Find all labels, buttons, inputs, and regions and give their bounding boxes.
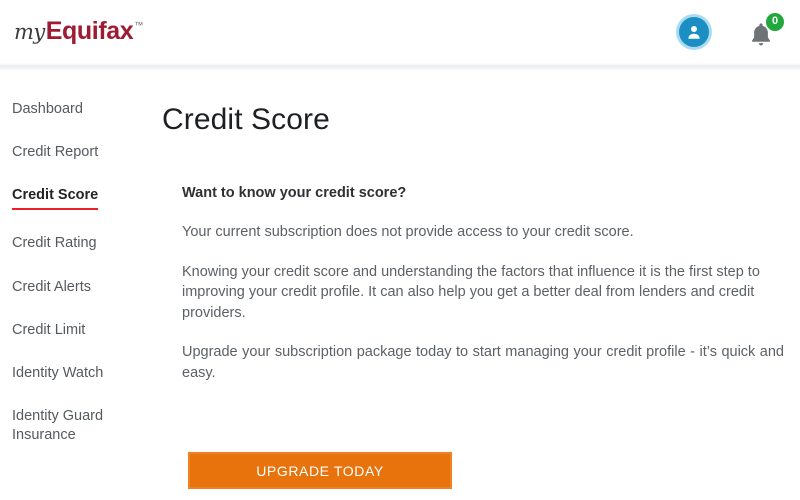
sidebar-item-credit-limit[interactable]: Credit Limit bbox=[0, 321, 150, 340]
credit-score-explainer-text: Knowing your credit score and understand… bbox=[182, 262, 784, 324]
main-content: Credit Score Want to know your credit sc… bbox=[150, 70, 800, 500]
logo-trademark-symbol: ™ bbox=[134, 20, 143, 30]
logo-prefix-text: my bbox=[14, 20, 45, 44]
sidebar-item-identity-guard-insurance[interactable]: Identity Guard Insurance bbox=[0, 407, 118, 445]
section-heading: Want to know your credit score? bbox=[182, 185, 787, 201]
sidebar-item-label: Credit Alerts bbox=[12, 279, 91, 295]
sidebar-item-label: Credit Rating bbox=[12, 235, 97, 251]
user-icon bbox=[685, 23, 703, 41]
sidebar-item-label: Dashboard bbox=[12, 101, 83, 117]
sidebar-item-credit-alerts[interactable]: Credit Alerts bbox=[0, 278, 150, 297]
app-header: my Equifax ™ 0 bbox=[0, 0, 800, 63]
notification-count-badge: 0 bbox=[766, 13, 784, 31]
sidebar-item-label: Credit Limit bbox=[12, 322, 85, 338]
page-title: Credit Score bbox=[162, 103, 800, 137]
sidebar-item-credit-score[interactable]: Credit Score bbox=[0, 186, 150, 210]
account-avatar[interactable] bbox=[676, 14, 712, 50]
sidebar-item-dashboard[interactable]: Dashboard bbox=[0, 100, 150, 119]
sidebar-item-credit-rating[interactable]: Credit Rating bbox=[0, 234, 150, 253]
myequifax-logo[interactable]: my Equifax ™ bbox=[14, 17, 143, 46]
logo-brand-text: Equifax bbox=[46, 17, 134, 46]
sidebar-item-label: Credit Report bbox=[12, 144, 98, 160]
header-divider bbox=[0, 63, 800, 70]
avatar-circle bbox=[679, 17, 709, 47]
header-actions: 0 bbox=[676, 14, 778, 50]
sidebar-item-label: Credit Score bbox=[12, 186, 98, 210]
subscription-status-text: Your current subscription does not provi… bbox=[182, 222, 784, 243]
upgrade-prompt-text: Upgrade your subscription package today … bbox=[182, 342, 784, 383]
sidebar-item-label: Identity Guard Insurance bbox=[12, 408, 103, 443]
sidebar-item-credit-report[interactable]: Credit Report bbox=[0, 143, 150, 162]
credit-score-info-block: Want to know your credit score? Your cur… bbox=[182, 185, 787, 383]
upgrade-today-button[interactable]: UPGRADE TODAY bbox=[188, 452, 452, 489]
sidebar-item-label: Identity Watch bbox=[12, 365, 103, 381]
sidebar-nav: Dashboard Credit Report Credit Score Cre… bbox=[0, 70, 150, 500]
sidebar-item-identity-watch[interactable]: Identity Watch bbox=[0, 364, 150, 383]
notifications-button[interactable]: 0 bbox=[744, 15, 778, 49]
